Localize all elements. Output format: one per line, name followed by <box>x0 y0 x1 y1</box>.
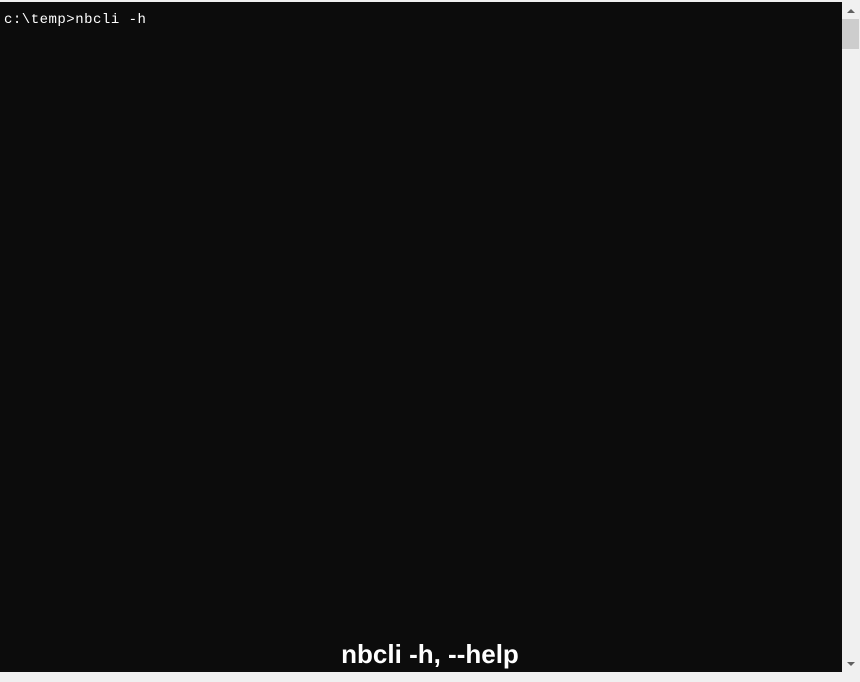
terminal-window[interactable]: c:\temp>nbcli -h <box>0 2 842 672</box>
terminal-command: nbcli -h <box>75 12 146 28</box>
scroll-up-arrow-icon[interactable] <box>842 2 859 19</box>
caption-overlay: nbcli -h, --help <box>0 639 860 670</box>
scroll-thumb[interactable] <box>842 19 859 49</box>
terminal-command-line: c:\temp>nbcli -h <box>0 2 842 28</box>
vertical-scrollbar[interactable] <box>842 2 859 672</box>
terminal-prompt: c:\temp> <box>4 12 75 28</box>
scroll-track[interactable] <box>842 19 859 655</box>
